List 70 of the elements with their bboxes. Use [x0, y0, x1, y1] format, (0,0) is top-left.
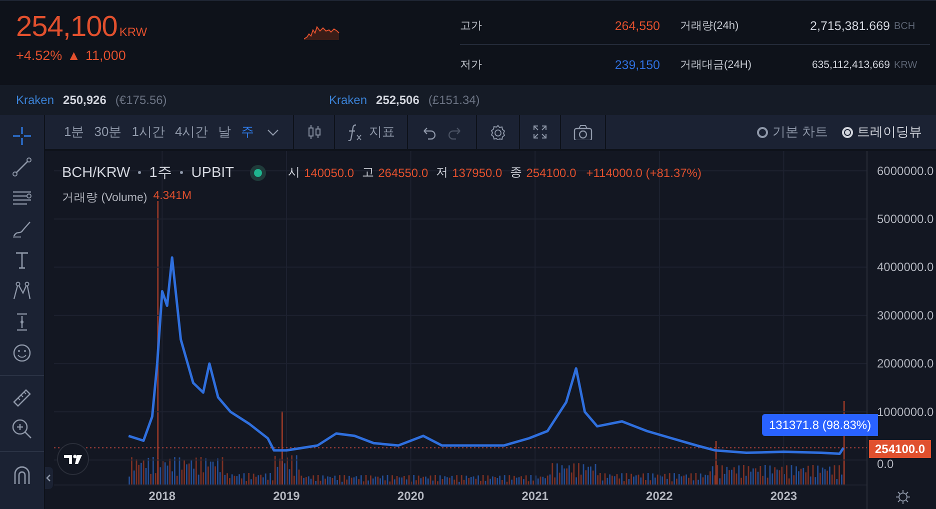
exchange-price: 252,506	[376, 93, 420, 107]
change-value: +114000.0 (+81.37%)	[586, 166, 702, 180]
ohlc-value: 137950.0	[452, 166, 502, 180]
sparkline	[304, 25, 340, 41]
stat-label: 고가	[460, 8, 540, 45]
year-label: 2018	[148, 489, 176, 503]
change-amount: 11,000	[86, 48, 126, 63]
currency-label: KRW	[119, 25, 148, 39]
interval-tab[interactable]: 1시간	[126, 123, 170, 141]
volume-label: 거래량 (Volume)	[62, 191, 148, 205]
settings-icon[interactable]	[896, 490, 910, 504]
axis-label: 0.0	[877, 457, 894, 471]
trend-line-icon[interactable]	[11, 156, 33, 178]
exchange-label: UPBIT	[191, 164, 234, 180]
chart-mode-radio[interactable]: 트레이딩뷰	[842, 123, 922, 141]
interval-tab[interactable]: 4시간	[170, 123, 214, 141]
axis-label: 4000000.0	[877, 260, 934, 274]
unit-label: KRW	[893, 60, 918, 72]
axis-label: 5000000.0	[877, 212, 934, 226]
exchange-name: Kraken	[16, 93, 54, 107]
function-icon	[347, 124, 364, 140]
interval-tab[interactable]: 30분	[89, 123, 127, 141]
year-label: 2020	[397, 489, 424, 503]
pattern-icon[interactable]	[11, 280, 33, 302]
unit-label: BCH	[893, 20, 916, 32]
axis-label: 2000000.0	[877, 356, 934, 371]
axis-label: 1000000.0	[877, 404, 934, 419]
chart-mode-radio[interactable]: 기본 차트	[757, 123, 828, 141]
axis-label: 6000000.0	[877, 164, 934, 178]
collapse-handle[interactable]	[45, 467, 53, 489]
fiat-price: (£151.34)	[428, 93, 480, 107]
interval-label: 1주	[149, 164, 172, 182]
stat-value: 635,112,413,669	[810, 58, 890, 74]
exchange-price: 250,926	[63, 93, 106, 107]
price-badge: 254100.0	[869, 440, 932, 458]
zoom-in-icon[interactable]	[11, 418, 33, 440]
ruler-icon[interactable]	[11, 387, 33, 409]
ohlc-value: 254100.0	[526, 166, 576, 180]
ohlc-key: 종	[510, 164, 522, 181]
change-percent: +4.52%	[16, 48, 62, 63]
exchange-name: Kraken	[329, 93, 368, 107]
year-label: 2019	[273, 489, 300, 503]
volume-value: 4.341M	[153, 190, 192, 204]
smiley-icon[interactable]	[11, 342, 33, 364]
year-label: 2022	[646, 489, 673, 503]
interval-tab[interactable]: 1분	[59, 123, 90, 141]
axis-label: 3000000.0	[877, 308, 934, 322]
ohlc-value: 140050.0	[304, 166, 354, 180]
change-arrow: ▲	[67, 48, 81, 63]
ohlc-key: 저	[436, 164, 448, 181]
stat-label: 저가	[460, 58, 483, 74]
indicators-button[interactable]: 지표	[341, 115, 402, 149]
stat-value: 264,550	[540, 8, 660, 45]
status-dot	[250, 164, 266, 180]
crosshair-badge: 131371.8 (98.83%)	[762, 414, 878, 436]
stat-value: 239,150	[614, 57, 660, 74]
stat-label: 거래량(24h)	[660, 8, 790, 45]
stat-value: 2,715,381.669	[790, 8, 890, 45]
price-value: 254,100	[16, 11, 118, 43]
interval-tab[interactable]: 날	[213, 123, 236, 141]
interval-tab[interactable]: 주	[236, 123, 260, 141]
year-label: 2023	[770, 489, 798, 503]
ohlc-key: 시	[288, 164, 300, 181]
ohlc-key: 고	[362, 164, 374, 181]
year-label: 2021	[522, 489, 548, 503]
fiat-price: (€175.56)	[115, 93, 167, 107]
symbol-label: BCH/KRW	[62, 164, 130, 180]
ohlc-value: 264550.0	[378, 166, 428, 180]
stat-label: 거래대금(24H)	[679, 58, 753, 74]
crosshair-icon[interactable]	[11, 125, 33, 147]
